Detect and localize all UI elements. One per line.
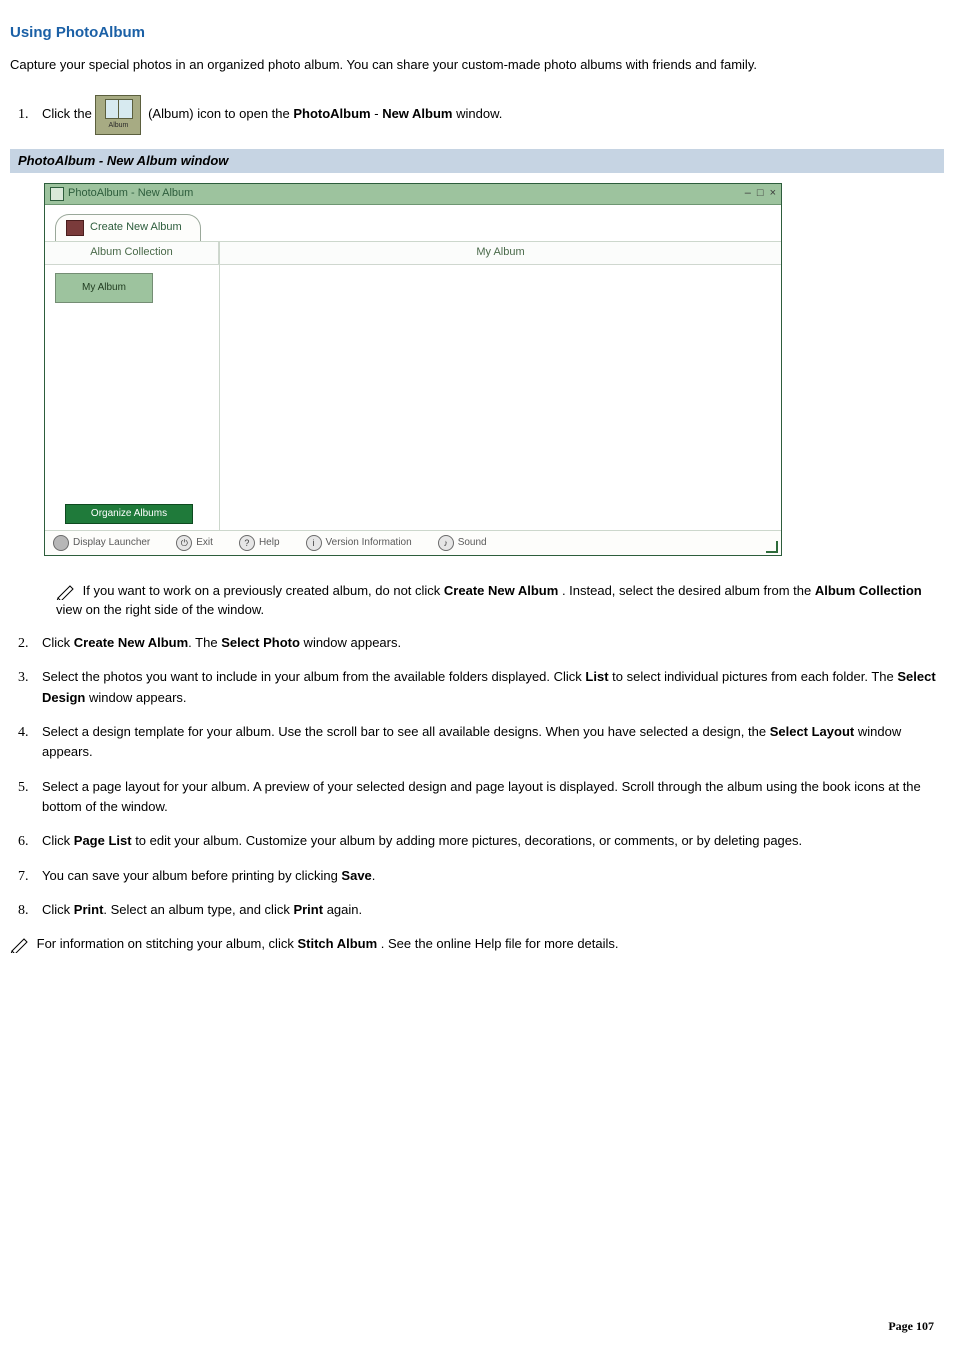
step1-dash: -: [374, 106, 382, 121]
note-1: If you want to work on a previously crea…: [56, 582, 944, 620]
left-col-header: Album Collection: [45, 242, 219, 265]
exit-button[interactable]: ⏻ Exit: [176, 535, 213, 551]
final-post: . See the online Help file for more deta…: [381, 936, 619, 951]
page-number: Page 107: [888, 1318, 934, 1335]
minimize-button[interactable]: –: [745, 186, 751, 202]
help-button[interactable]: ? Help: [239, 535, 280, 551]
create-album-icon: [66, 220, 84, 236]
step-5: Select a page layout for your album. A p…: [32, 778, 944, 819]
sound-label: Sound: [458, 536, 487, 551]
step-4: Select a design template for your album.…: [32, 723, 944, 764]
version-info-button[interactable]: i Version Information: [306, 535, 412, 551]
album-thumb[interactable]: My Album: [55, 273, 153, 303]
close-button[interactable]: ×: [770, 186, 776, 202]
step1-post: window.: [456, 106, 502, 121]
section-bar: PhotoAlbum - New Album window: [10, 149, 944, 174]
note1-b1: Create New Album: [444, 583, 558, 598]
step-1: Click the Album (Album) icon to open the…: [32, 95, 944, 135]
step-8: Click Print. Select an album type, and c…: [32, 901, 944, 921]
final-note: For information on stitching your album,…: [10, 935, 944, 954]
sound-button[interactable]: ♪ Sound: [438, 535, 487, 551]
resize-handle[interactable]: [766, 541, 778, 553]
screenshot: PhotoAlbum - New Album – □ × Create New …: [10, 173, 944, 564]
album-icon: Album: [95, 95, 141, 135]
step1-pre: Click the: [42, 106, 95, 121]
titlebar: PhotoAlbum - New Album – □ ×: [45, 184, 781, 205]
steps-list: Click the Album (Album) icon to open the…: [10, 95, 944, 135]
note-icon: [56, 584, 76, 600]
app-icon: [50, 187, 64, 201]
app-window: PhotoAlbum - New Album – □ × Create New …: [44, 183, 782, 556]
step-6: Click Page List to edit your album. Cust…: [32, 832, 944, 852]
launcher-label: Display Launcher: [73, 536, 150, 551]
help-label: Help: [259, 536, 280, 551]
album-icon-label: Album: [96, 121, 140, 131]
version-label: Version Information: [326, 536, 412, 551]
note1-b2: Album Collection: [815, 583, 922, 598]
note1-mid: . Instead, select the desired album from…: [562, 583, 815, 598]
right-col-header: My Album: [220, 242, 781, 265]
tabstrip: Create New Album: [45, 205, 781, 242]
exit-icon: ⏻: [176, 535, 192, 551]
final-b1: Stitch Album: [297, 936, 377, 951]
exit-label: Exit: [196, 536, 213, 551]
step-3: Select the photos you want to include in…: [32, 668, 944, 709]
steps-list-cont: Click Create New Album. The Select Photo…: [10, 634, 944, 921]
right-body: [220, 265, 781, 530]
note-icon: [10, 937, 30, 953]
step-7: You can save your album before printing …: [32, 867, 944, 887]
note1-pre: If you want to work on a previously crea…: [83, 583, 444, 598]
window-title: PhotoAlbum - New Album: [68, 186, 193, 202]
maximize-button[interactable]: □: [757, 186, 764, 202]
sound-icon: ♪: [438, 535, 454, 551]
step-2: Click Create New Album. The Select Photo…: [32, 634, 944, 654]
display-launcher-button[interactable]: Display Launcher: [53, 535, 150, 551]
note1-post: view on the right side of the window.: [56, 602, 264, 617]
final-pre: For information on stitching your album,…: [37, 936, 298, 951]
intro-text: Capture your special photos in an organi…: [10, 56, 944, 75]
step1-mid: (Album) icon to open the: [148, 106, 293, 121]
tab-create-new-album[interactable]: Create New Album: [55, 214, 201, 241]
step1-b2: New Album: [382, 106, 452, 121]
workarea: Album Collection My Album Organize Album…: [45, 242, 781, 531]
info-icon: i: [306, 535, 322, 551]
organize-albums-button[interactable]: Organize Albums: [65, 504, 193, 524]
page-title: Using PhotoAlbum: [10, 22, 944, 44]
launcher-icon: [53, 535, 69, 551]
footer-bar: Display Launcher ⏻ Exit ? Help i Version…: [45, 531, 781, 555]
help-icon: ?: [239, 535, 255, 551]
tab-label: Create New Album: [90, 220, 182, 236]
step1-b1: PhotoAlbum: [293, 106, 370, 121]
